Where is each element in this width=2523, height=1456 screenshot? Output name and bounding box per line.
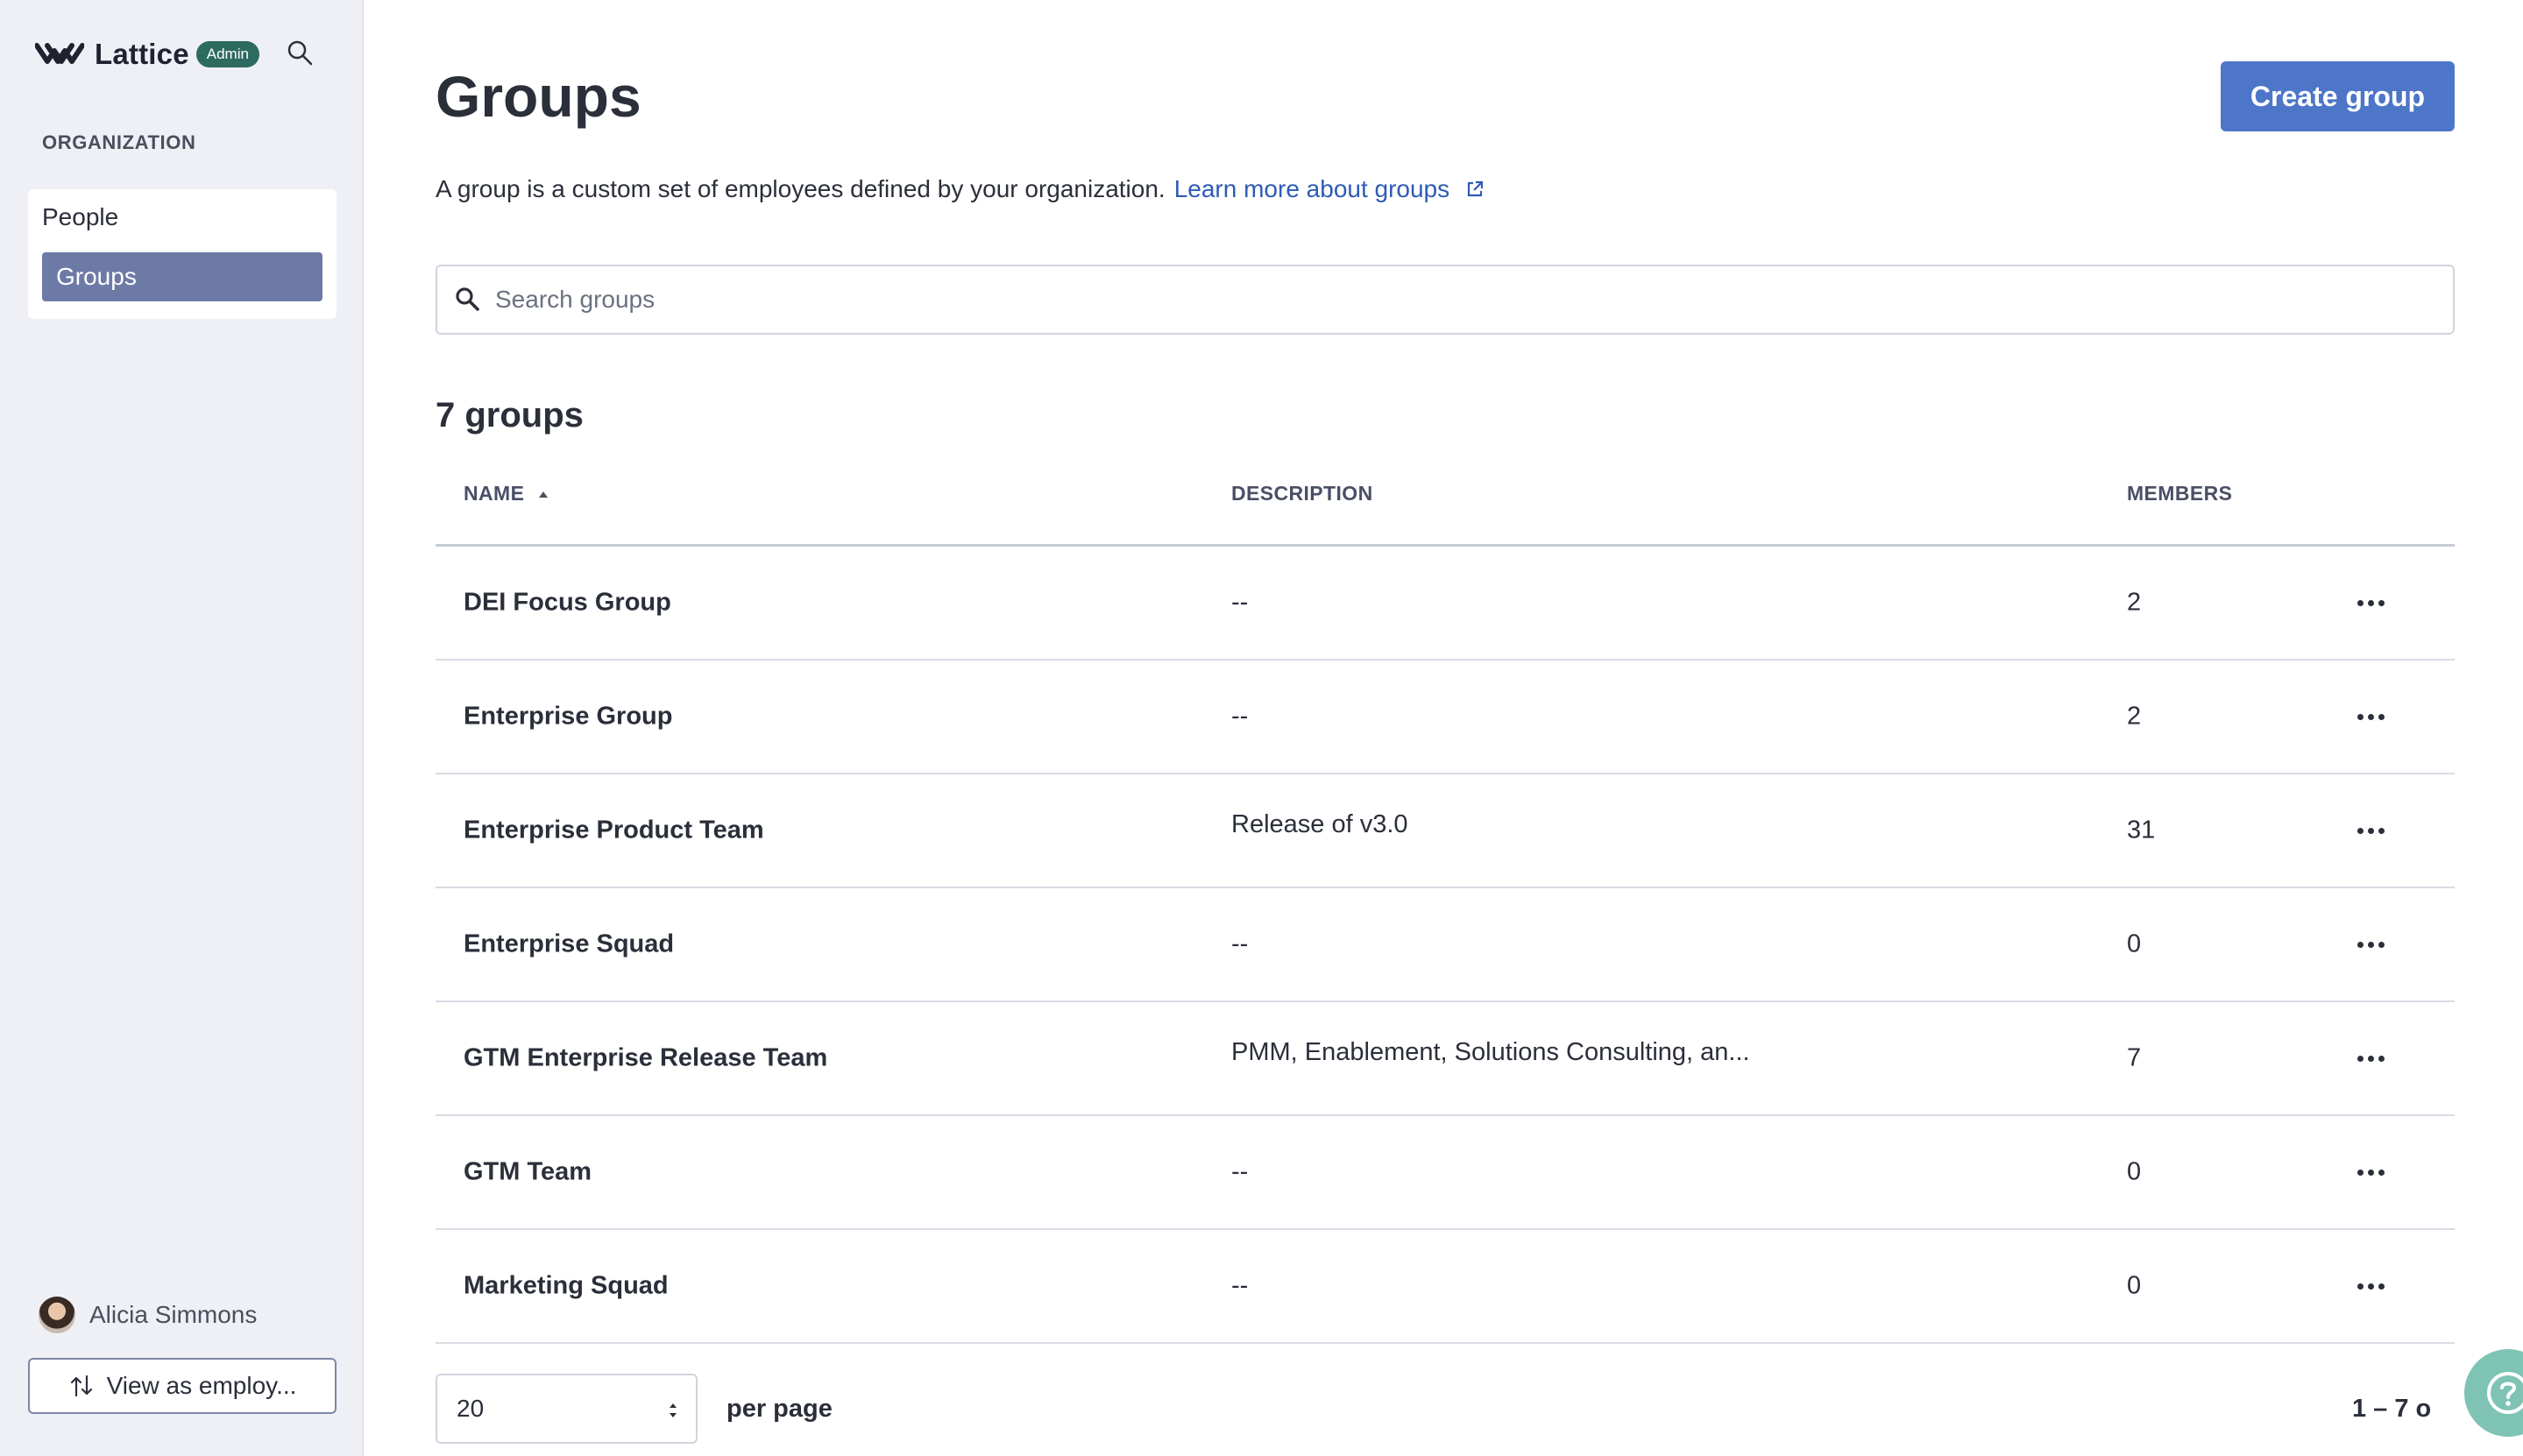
group-members-count: 2 (2127, 588, 2142, 617)
main-content: Groups Create group A group is a custom … (436, 0, 2455, 1456)
help-icon (2487, 1372, 2523, 1414)
intro-description: A group is a custom set of employees def… (436, 175, 1166, 202)
create-group-button[interactable]: Create group (2221, 61, 2455, 131)
per-page-label: per page (726, 1395, 833, 1423)
group-description: Release of v3.0 (1231, 809, 1408, 838)
group-members-count: 0 (2127, 1271, 2142, 1300)
column-header-description: DESCRIPTION (1231, 482, 1373, 505)
group-name[interactable]: GTM Team (464, 1158, 592, 1187)
page-title: Groups (436, 64, 641, 129)
group-description: PMM, Enablement, Solutions Consulting, a… (1231, 1037, 1750, 1066)
table-row: Marketing Squad -- 0 (436, 1230, 2455, 1344)
group-members-count: 7 (2127, 1043, 2142, 1072)
more-horizontal-icon[interactable] (2351, 1159, 2390, 1185)
group-members-count: 0 (2127, 1157, 2142, 1186)
pagination: 20 per page 1 – 7 o (436, 1374, 2455, 1444)
search-icon[interactable] (286, 39, 314, 67)
learn-more-link[interactable]: Learn more about groups (1174, 175, 1449, 203)
sidebar-nav: People Groups (28, 189, 337, 319)
external-link-icon[interactable] (1465, 180, 1485, 199)
sort-ascending-icon (539, 491, 549, 498)
table-row: Enterprise Squad -- 0 (436, 888, 2455, 1002)
current-user[interactable]: Alicia Simmons (39, 1297, 257, 1333)
sidebar: Lattice Admin ORGANIZATION People Groups… (0, 0, 364, 1456)
group-description: -- (1231, 702, 1249, 731)
groups-table: NAME DESCRIPTION MEMBERS DEI Focus Group… (436, 464, 2455, 1344)
per-page-select[interactable]: 20 (436, 1374, 698, 1444)
view-as-label: View as employ... (106, 1372, 297, 1399)
section-label: ORGANIZATION (42, 131, 196, 153)
intro-text: A group is a custom set of employees def… (436, 175, 1485, 203)
group-members-count: 0 (2127, 929, 2142, 958)
groups-count: 7 groups (436, 396, 584, 435)
admin-badge: Admin (195, 41, 259, 67)
group-members-count: 31 (2127, 816, 2156, 845)
search-input[interactable] (495, 286, 2423, 314)
more-horizontal-icon[interactable] (2351, 1045, 2390, 1071)
table-row: DEI Focus Group -- 2 (436, 547, 2455, 661)
table-row: GTM Team -- 0 (436, 1116, 2455, 1230)
group-description: -- (1231, 929, 1249, 958)
select-caret-icon (670, 1403, 677, 1417)
swap-icon (70, 1375, 92, 1397)
brand[interactable]: Lattice Admin (35, 37, 259, 72)
sidebar-item-people[interactable]: People (42, 193, 322, 242)
group-members-count: 2 (2127, 702, 2142, 731)
group-description: -- (1231, 588, 1249, 617)
group-name[interactable]: Enterprise Product Team (464, 816, 764, 845)
column-header-name-label: NAME (464, 482, 525, 505)
search-groups-field[interactable] (436, 265, 2455, 335)
more-horizontal-icon[interactable] (2351, 590, 2390, 616)
group-name[interactable]: DEI Focus Group (464, 589, 671, 618)
column-header-members: MEMBERS (2127, 482, 2233, 505)
user-name: Alicia Simmons (89, 1301, 258, 1328)
sidebar-item-groups[interactable]: Groups (42, 252, 322, 301)
table-row: GTM Enterprise Release Team PMM, Enablem… (436, 1002, 2455, 1116)
avatar (39, 1297, 75, 1333)
view-as-employee-button[interactable]: View as employ... (28, 1358, 337, 1414)
brand-name: Lattice (95, 38, 189, 70)
group-description: -- (1231, 1271, 1249, 1300)
group-name[interactable]: GTM Enterprise Release Team (464, 1044, 827, 1073)
more-horizontal-icon[interactable] (2351, 931, 2390, 958)
per-page-value: 20 (457, 1395, 485, 1422)
help-button[interactable] (2464, 1349, 2523, 1437)
group-name[interactable]: Enterprise Squad (464, 930, 674, 959)
pagination-range: 1 – 7 o (2352, 1395, 2432, 1423)
table-header: NAME DESCRIPTION MEMBERS (436, 464, 2455, 547)
table-row: Enterprise Product Team Release of v3.0 … (436, 774, 2455, 888)
more-horizontal-icon[interactable] (2351, 1273, 2390, 1299)
table-row: Enterprise Group -- 2 (436, 661, 2455, 774)
column-header-name[interactable]: NAME (464, 482, 550, 505)
group-description: -- (1231, 1157, 1249, 1186)
group-name[interactable]: Enterprise Group (464, 703, 673, 732)
search-icon (456, 287, 479, 311)
more-horizontal-icon[interactable] (2351, 703, 2390, 730)
group-name[interactable]: Marketing Squad (464, 1272, 669, 1301)
lattice-logo-icon (35, 43, 84, 64)
more-horizontal-icon[interactable] (2351, 817, 2390, 844)
